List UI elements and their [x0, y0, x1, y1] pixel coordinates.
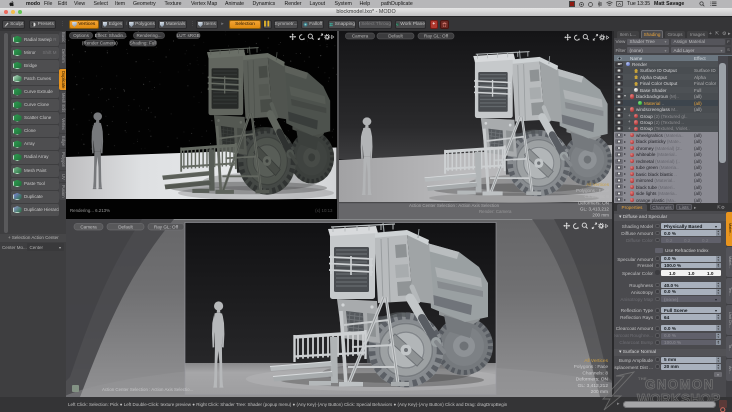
svg-text:Rendering...: Rendering... — [136, 33, 161, 38]
svg-text:Options: Options — [73, 33, 90, 38]
svg-text:All Vertices: All Vertices — [584, 358, 608, 364]
svg-text:Action Center Selection : Acti: Action Center Selection : Action Axis Se… — [102, 387, 193, 392]
svg-text:Polygons : Face: Polygons : Face — [576, 188, 609, 193]
svg-text:GNOMON: GNOMON — [645, 377, 714, 392]
svg-text:Render: Camera: Render: Camera — [479, 209, 512, 214]
svg-text:Camera: Camera — [80, 224, 97, 229]
svg-text:Default: Default — [388, 34, 403, 39]
svg-text:All Vertices: All Vertices — [586, 182, 609, 187]
svg-text:LUT: sRGB: LUT: sRGB — [177, 33, 200, 38]
svg-text:Default: Default — [118, 224, 133, 229]
svg-text:(Render Camera): (Render Camera) — [82, 41, 118, 46]
svg-text:Action Center Selection : Acti: Action Center Selection : Action Axis Se… — [409, 203, 500, 208]
svg-text:Deformers: ON: Deformers: ON — [578, 200, 609, 205]
svg-text:GL: 3,413,212: GL: 3,413,212 — [580, 206, 610, 211]
svg-text:Channels: 8: Channels: 8 — [584, 194, 609, 199]
svg-text:200 mm: 200 mm — [592, 213, 609, 218]
svg-text:(x) 10:13: (x) 10:13 — [315, 208, 333, 213]
svg-text:Shading: Full: Shading: Full — [130, 41, 157, 46]
svg-text:Effect: Shadin...: Effect: Shadin... — [95, 33, 127, 38]
svg-text:Camera: Camera — [352, 34, 369, 39]
svg-text:Ray GL: Off: Ray GL: Off — [424, 34, 449, 39]
svg-text:Ray GL: Off: Ray GL: Off — [154, 224, 179, 229]
svg-text:Rendering... 6.213%: Rendering... 6.213% — [70, 208, 110, 213]
